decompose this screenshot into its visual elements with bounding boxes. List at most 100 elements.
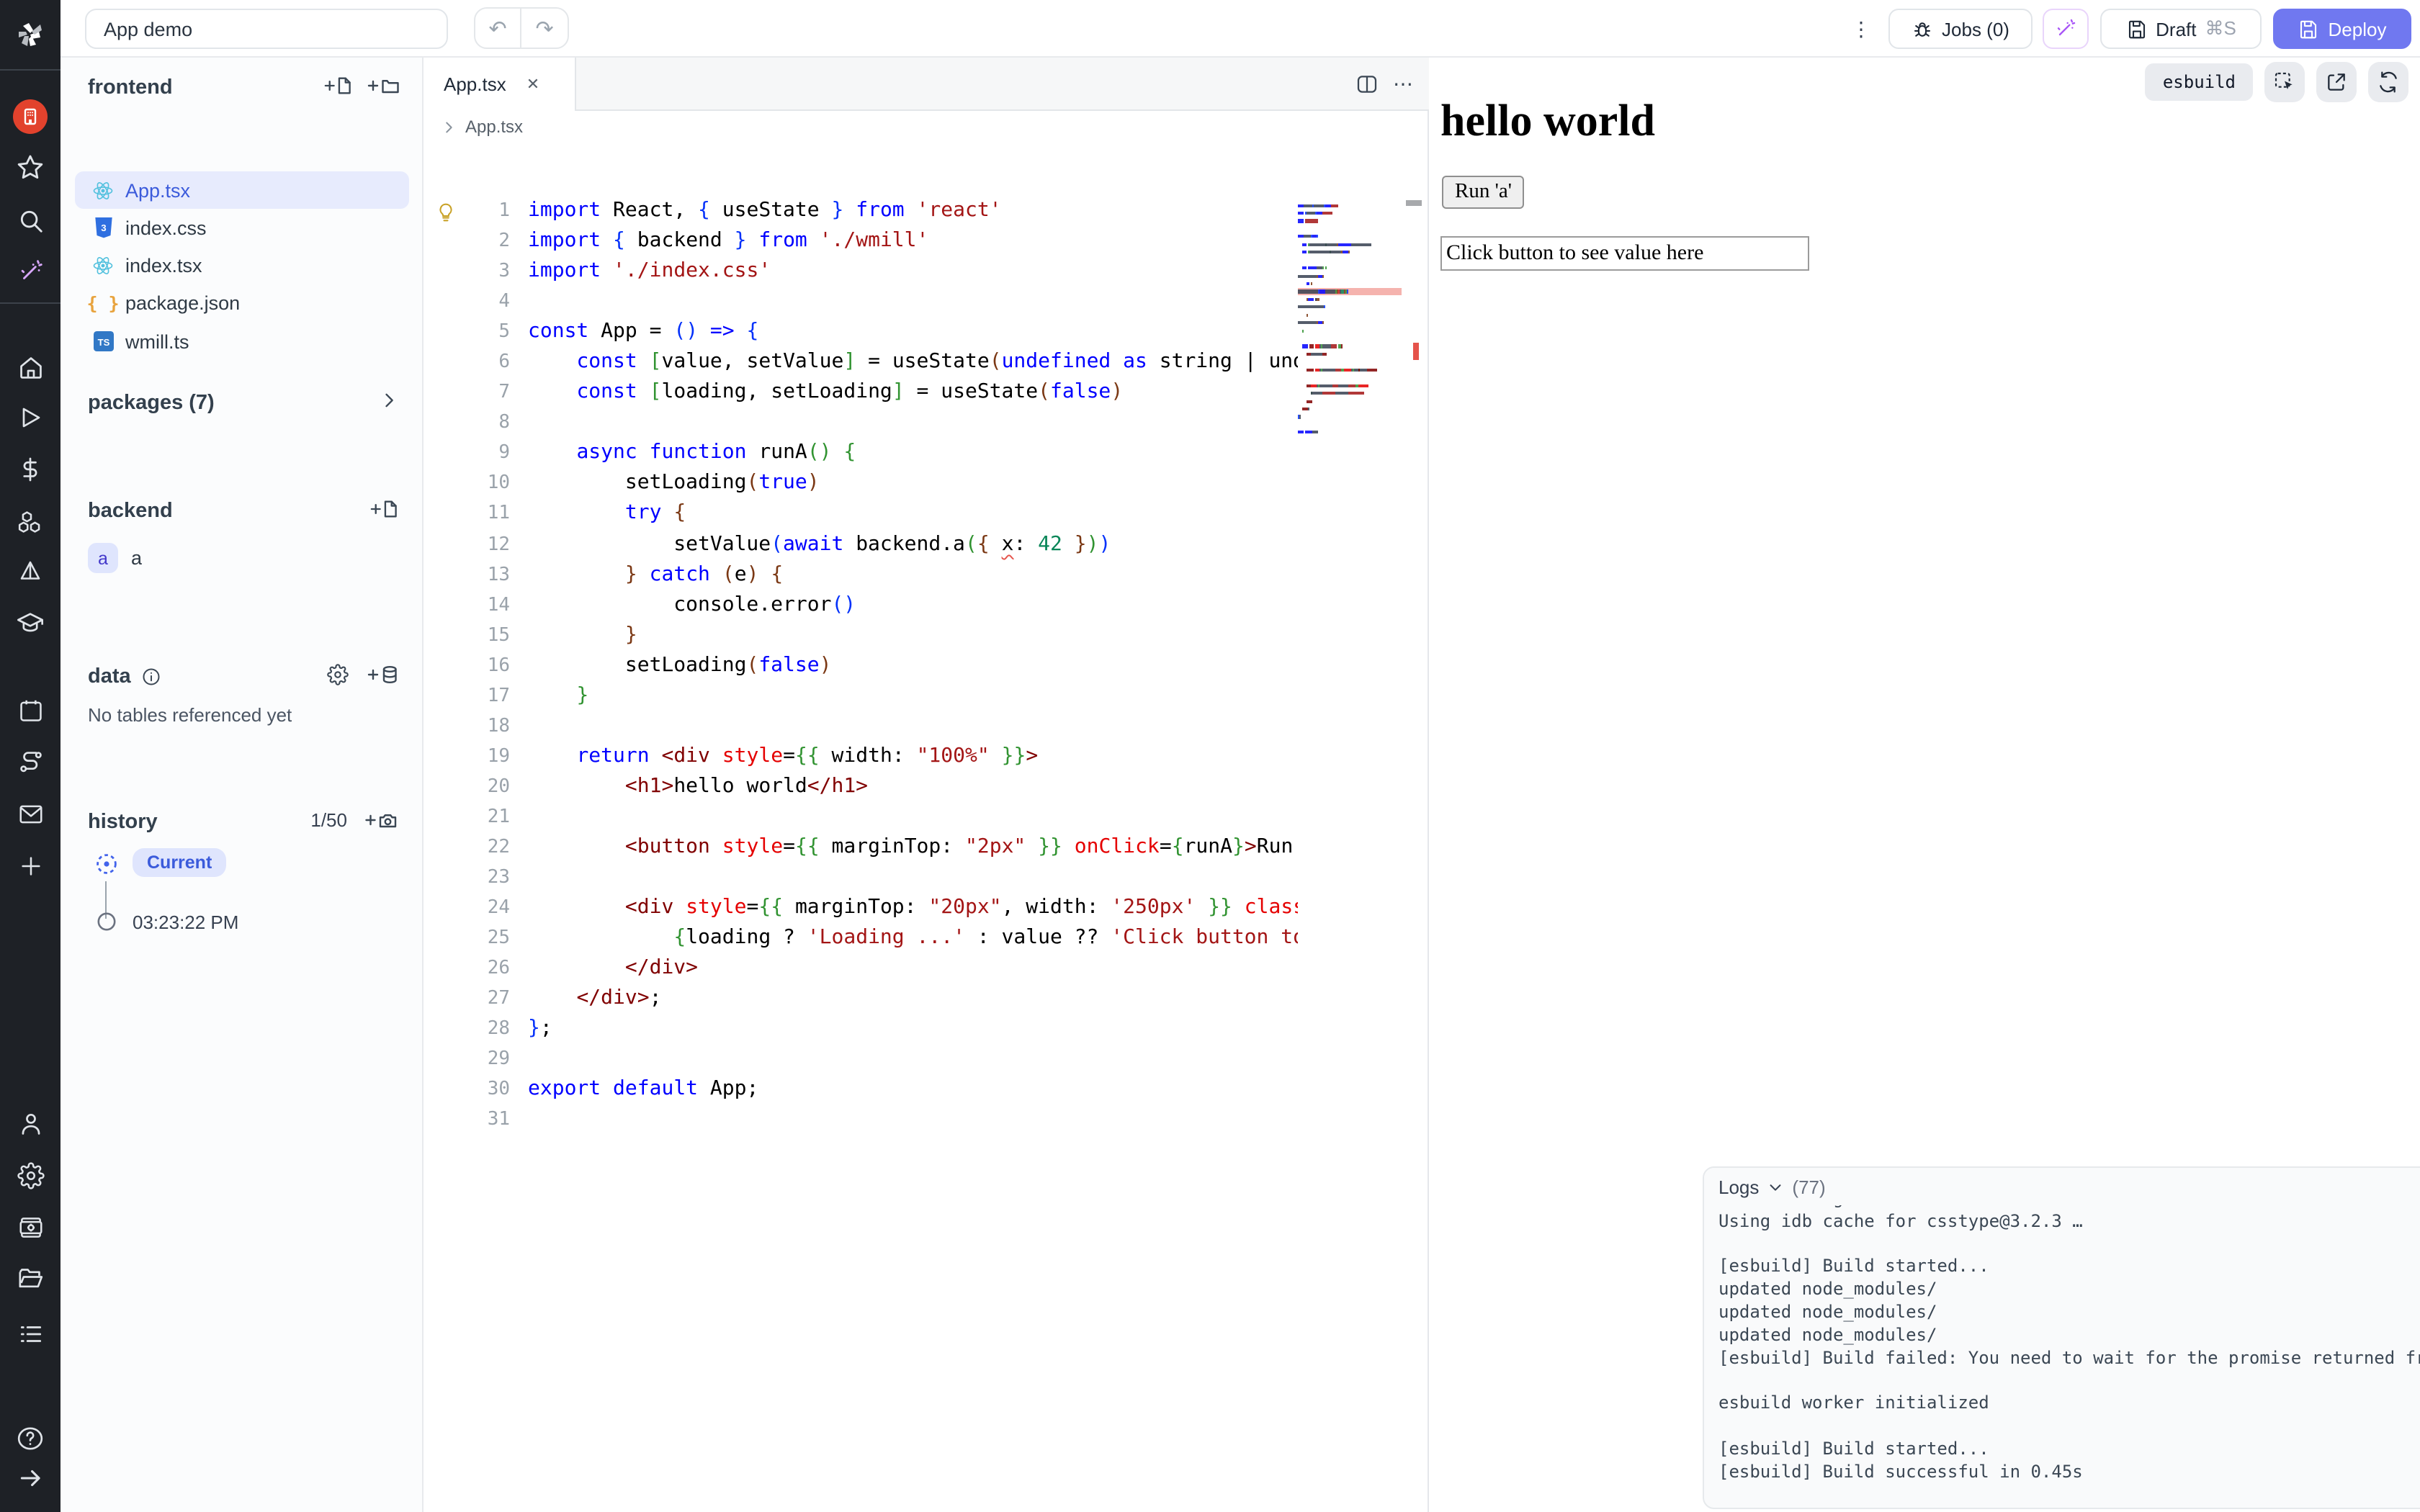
redo-icon[interactable]: ↷: [521, 9, 568, 48]
help-icon[interactable]: [0, 1418, 60, 1459]
code-line[interactable]: 20 <h1>hello world</h1>: [424, 775, 1298, 805]
calendar-icon[interactable]: [0, 690, 60, 730]
code-line[interactable]: 18: [424, 714, 1298, 744]
code-line[interactable]: 8: [424, 411, 1298, 441]
code-line[interactable]: 13 } catch (e) {: [424, 562, 1298, 593]
rail-divider: [0, 69, 60, 71]
add-plus-icon[interactable]: [0, 845, 60, 886]
code-line[interactable]: 12 setValue(await backend.a({ x: 42 })): [424, 532, 1298, 562]
home-icon[interactable]: [0, 347, 60, 387]
split-editor-icon[interactable]: [1355, 73, 1379, 95]
settings-gear-icon[interactable]: [0, 1155, 60, 1195]
windmill-logo-icon[interactable]: [0, 14, 60, 55]
code-line[interactable]: 26 </div>: [424, 956, 1298, 986]
file-item-index-css[interactable]: 3index.css: [75, 210, 409, 247]
code-line[interactable]: 3import './index.css': [424, 259, 1298, 289]
code-line[interactable]: 25 {loading ? 'Loading ...' : value ?? '…: [424, 926, 1298, 956]
history-node-icon[interactable]: [97, 912, 117, 932]
code-line[interactable]: 1import React, { useState } from 'react': [424, 199, 1298, 229]
file-item-wmill-ts[interactable]: TSwmill.ts: [75, 323, 409, 360]
flows-route-icon[interactable]: [0, 742, 60, 782]
audit-list-icon[interactable]: [0, 1313, 60, 1354]
workers-icon[interactable]: [0, 1207, 60, 1247]
backend-item-a[interactable]: a a: [88, 543, 142, 573]
minimap-line: [1298, 366, 1402, 374]
code-line[interactable]: 6 const [value, setValue] = useState(und…: [424, 350, 1298, 380]
file-item-app-tsx[interactable]: App.tsx: [75, 171, 409, 209]
editor-more-icon[interactable]: ⋯: [1393, 72, 1415, 96]
app-name-input[interactable]: [85, 9, 448, 49]
code-text: } catch (e) {: [510, 562, 783, 593]
jobs-button[interactable]: Jobs (0): [1888, 9, 2033, 49]
code-line[interactable]: 5const App = () => {: [424, 320, 1298, 350]
add-database-button[interactable]: [364, 664, 399, 685]
code-line[interactable]: 15 }: [424, 623, 1298, 653]
minimap-slider[interactable]: [1406, 200, 1422, 206]
undo-icon[interactable]: ↶: [475, 9, 521, 48]
history-item-current[interactable]: Current: [133, 850, 226, 876]
code-line[interactable]: 16 setLoading(false): [424, 653, 1298, 683]
ai-assistant-button[interactable]: [2043, 9, 2089, 49]
minimap[interactable]: [1298, 202, 1402, 455]
packages-expand-chevron[interactable]: [379, 390, 399, 410]
preview-run-button[interactable]: Run 'a': [1442, 176, 1525, 209]
code-line[interactable]: 7 const [loading, setLoading] = useState…: [424, 381, 1298, 411]
file-item-index-tsx[interactable]: index.tsx: [75, 247, 409, 284]
editor-tab-bar: App.tsx ✕ ⋯: [424, 58, 1429, 111]
mail-icon[interactable]: [0, 793, 60, 834]
code-line[interactable]: 21: [424, 805, 1298, 835]
tab-app-tsx[interactable]: App.tsx ✕: [424, 58, 576, 111]
logs-header[interactable]: Logs (77): [1704, 1168, 2420, 1205]
code-line[interactable]: 28};: [424, 1017, 1298, 1048]
refresh-icon[interactable]: [2368, 62, 2408, 102]
favorites-star-icon[interactable]: [0, 147, 60, 187]
code-line[interactable]: 30export default App;: [424, 1078, 1298, 1108]
code-line[interactable]: 17 }: [424, 684, 1298, 714]
history-current-node-icon[interactable]: [95, 852, 118, 876]
variables-dollar-icon[interactable]: [0, 449, 60, 490]
breadcrumb[interactable]: App.tsx: [441, 117, 523, 137]
workspace-icon[interactable]: [0, 96, 60, 137]
code-line[interactable]: 10 setLoading(true): [424, 472, 1298, 502]
open-external-icon[interactable]: [2316, 62, 2357, 102]
backend-section-title: backend: [88, 500, 173, 523]
code-line[interactable]: 31: [424, 1108, 1298, 1138]
schedules-prism-icon[interactable]: [0, 553, 60, 593]
user-icon[interactable]: [0, 1103, 60, 1143]
resources-cubes-icon[interactable]: [0, 501, 60, 541]
expand-arrow-icon[interactable]: [0, 1457, 60, 1498]
backend-add-script-button[interactable]: [367, 498, 399, 520]
line-number: 18: [424, 714, 510, 744]
code-line[interactable]: 27 </div>;: [424, 986, 1298, 1017]
tab-close-icon[interactable]: ✕: [526, 75, 539, 94]
history-item-timestamp[interactable]: 03:23:22 PM: [133, 912, 238, 933]
code-line[interactable]: 19 return <div style={{ width: "100%" }}…: [424, 744, 1298, 775]
folders-icon[interactable]: [0, 1259, 60, 1299]
code-line[interactable]: 2import { backend } from './wmill': [424, 229, 1298, 259]
runs-play-icon[interactable]: [0, 397, 60, 438]
code-line[interactable]: 29: [424, 1048, 1298, 1078]
draft-button[interactable]: Draft ⌘S: [2100, 9, 2262, 49]
file-item-package-json[interactable]: { }package.json: [75, 285, 409, 323]
snapshot-camera-button[interactable]: [362, 809, 399, 831]
code-line[interactable]: 22 <button style={{ marginTop: "2px" }} …: [424, 835, 1298, 865]
add-folder-button[interactable]: [364, 75, 399, 96]
deploy-button[interactable]: Deploy: [2273, 9, 2411, 49]
minimap-line: [1298, 327, 1402, 335]
add-file-button[interactable]: [321, 75, 353, 96]
code-line[interactable]: 9 async function runA() {: [424, 441, 1298, 472]
inspect-select-icon[interactable]: [2264, 62, 2305, 102]
code-line[interactable]: 14 console.error(): [424, 593, 1298, 623]
data-settings-gear-icon[interactable]: [327, 664, 349, 685]
code-line[interactable]: 11 try {: [424, 502, 1298, 532]
code-line[interactable]: 24 <div style={{ marginTop: "20px", widt…: [424, 896, 1298, 926]
deploy-label: Deploy: [2329, 18, 2387, 40]
ai-wand-icon[interactable]: [0, 251, 60, 291]
search-icon[interactable]: [0, 200, 60, 240]
code-line[interactable]: 23: [424, 865, 1298, 896]
learn-graduation-cap-icon[interactable]: [0, 603, 60, 644]
code-line[interactable]: 4: [424, 289, 1298, 320]
code-content[interactable]: 1import React, { useState } from 'react'…: [424, 199, 1298, 1149]
log-lines[interactable]: Initializing esbuild worker... Using idb…: [1718, 1188, 2420, 1484]
more-menu-icon[interactable]: ⋮: [1847, 9, 1876, 49]
